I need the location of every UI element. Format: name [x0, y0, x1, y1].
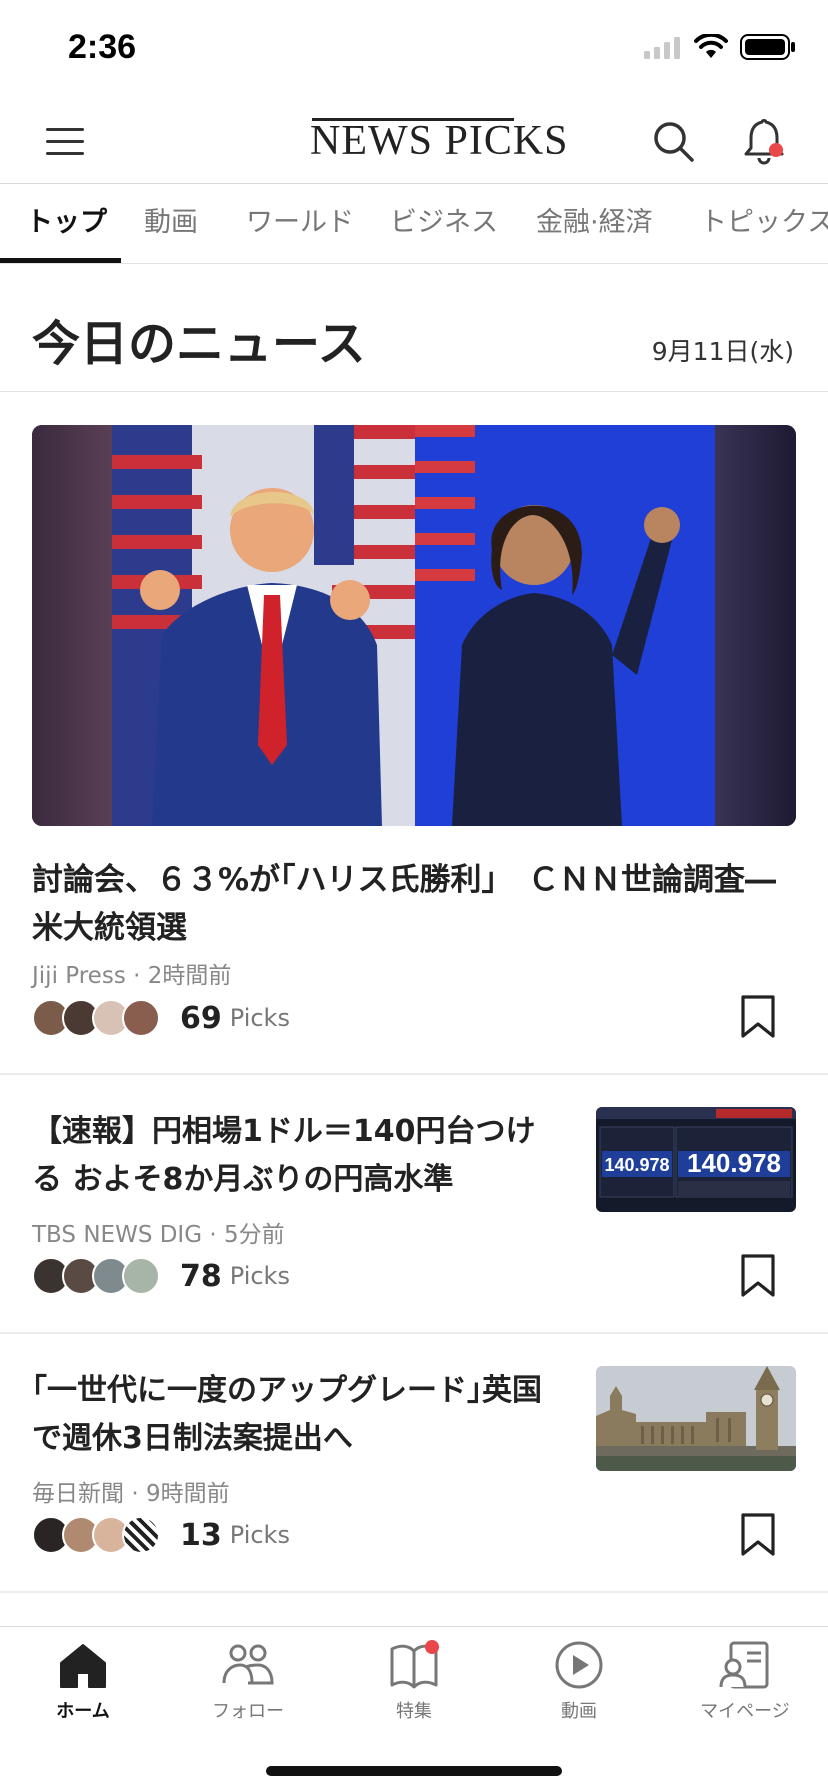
article-meta: 毎日新聞 · 9時間前	[32, 1474, 230, 1508]
tab-topics[interactable]: トピックス	[700, 184, 828, 263]
picker-avatars	[32, 999, 160, 1037]
profile-card-icon	[719, 1641, 769, 1689]
battery-icon	[740, 34, 795, 60]
todays-news-header: 今日のニュース 9月11日(水)	[0, 264, 828, 392]
book-icon	[390, 1640, 439, 1689]
nav-label: 動画	[561, 1701, 597, 1722]
status-time: 2:36	[68, 28, 137, 66]
avatar	[122, 1516, 160, 1554]
newspicks-logo[interactable]: NEWS PICKS	[310, 116, 569, 166]
hamburger-icon	[46, 128, 84, 155]
picks-label: Picks	[229, 1262, 290, 1290]
section-title: 今日のニュース	[32, 316, 366, 372]
nav-features[interactable]: 特集	[344, 1637, 484, 1747]
menu-button[interactable]	[44, 122, 88, 162]
logo-text: NEWS PICKS	[310, 118, 569, 164]
notification-badge	[425, 1640, 439, 1654]
avatar	[122, 999, 160, 1037]
nav-home[interactable]: ホーム	[13, 1637, 153, 1747]
article-meta: TBS NEWS DIG · 5分前	[32, 1215, 285, 1249]
hero-photo	[32, 425, 796, 826]
tab-business[interactable]: ビジネス	[390, 184, 498, 263]
article-title[interactable]: 【速報】円相場1ドル＝140円台つける およそ8か月ぶりの円高水準	[32, 1108, 562, 1204]
picker-avatars	[32, 1516, 160, 1554]
picks-label: Picks	[229, 1521, 290, 1549]
meta-separator: ·	[133, 963, 148, 989]
category-tabs: トップ 動画 ワールド ビジネス 金融·経済 トピックス	[0, 184, 828, 264]
home-indicator	[266, 1766, 562, 1776]
picks-row[interactable]: 78 Picks	[32, 1254, 290, 1298]
search-button[interactable]	[650, 118, 698, 166]
article-source: 毎日新聞	[32, 1481, 124, 1507]
article-title[interactable]: ｢一世代に一度のアップグレード｣英国で週休3日制法案提出へ	[32, 1367, 562, 1463]
thumb-rate-left: 140.978	[604, 1155, 669, 1175]
forex-board-image: 140.978 140.978	[596, 1107, 796, 1212]
hero-article-image[interactable]	[32, 425, 796, 826]
picks-count: 78	[180, 1258, 222, 1294]
nav-label: ホーム	[56, 1701, 110, 1722]
hero-article-meta: Jiji Press · 2時間前	[32, 956, 231, 990]
meta-separator: ·	[131, 1481, 146, 1507]
nav-label: 特集	[396, 1701, 432, 1722]
article-time: 5分前	[223, 1222, 285, 1248]
wifi-icon	[694, 34, 728, 58]
tab-world[interactable]: ワールド	[246, 184, 354, 263]
nav-video[interactable]: 動画	[509, 1637, 649, 1747]
nav-label: フォロー	[212, 1701, 284, 1722]
bookmark-icon	[741, 1513, 775, 1556]
divider	[0, 1073, 828, 1075]
bookmark-icon	[741, 1254, 775, 1297]
article-thumbnail-forex[interactable]: 140.978 140.978	[596, 1107, 796, 1212]
meta-separator: ·	[209, 1222, 224, 1248]
bookmark-button[interactable]	[738, 1253, 778, 1299]
parliament-image	[596, 1366, 796, 1471]
article-source: Jiji Press	[32, 963, 126, 989]
nav-follow[interactable]: フォロー	[178, 1637, 318, 1747]
app-header: NEWS PICKS	[0, 100, 828, 184]
play-icon	[555, 1641, 603, 1689]
bookmark-button[interactable]	[738, 994, 778, 1040]
home-icon	[60, 1644, 106, 1688]
bookmark-button[interactable]	[738, 1512, 778, 1558]
bell-icon	[744, 119, 784, 165]
picks-count: 13	[180, 1517, 222, 1553]
article-source: TBS NEWS DIG	[32, 1222, 203, 1248]
divider	[0, 1591, 828, 1593]
signal-icon	[644, 37, 680, 59]
status-icons	[644, 34, 796, 60]
notifications-button[interactable]	[740, 116, 790, 168]
thumb-rate-right: 140.978	[687, 1148, 781, 1178]
avatar	[122, 1257, 160, 1295]
divider	[0, 1332, 828, 1334]
picks-label: Picks	[229, 1004, 290, 1032]
tab-video[interactable]: 動画	[144, 184, 198, 263]
section-date: 9月11日(水)	[651, 337, 794, 366]
logo-overline	[312, 118, 514, 121]
bookmark-icon	[741, 995, 775, 1038]
picks-row[interactable]: 13 Picks	[32, 1513, 290, 1557]
article-thumbnail-parliament[interactable]	[596, 1366, 796, 1471]
picks-count: 69	[180, 1000, 222, 1036]
search-icon	[654, 122, 694, 162]
article-time: 2時間前	[147, 963, 232, 989]
article-time: 9時間前	[145, 1481, 230, 1507]
nav-label: マイページ	[700, 1701, 790, 1722]
nav-mypage[interactable]: マイページ	[675, 1637, 815, 1747]
hero-picks-row[interactable]: 69 Picks	[32, 996, 290, 1040]
tab-finance-economy[interactable]: 金融·経済	[536, 184, 653, 263]
people-icon	[222, 1644, 274, 1685]
hero-article-title[interactable]: 討論会、６３%が｢ハリス氏勝利｣ ＣＮＮ世論調査―米大統領選	[32, 856, 802, 952]
tab-top[interactable]: トップ	[26, 184, 107, 263]
status-bar: 2:36	[0, 0, 828, 100]
picker-avatars	[32, 1257, 160, 1295]
